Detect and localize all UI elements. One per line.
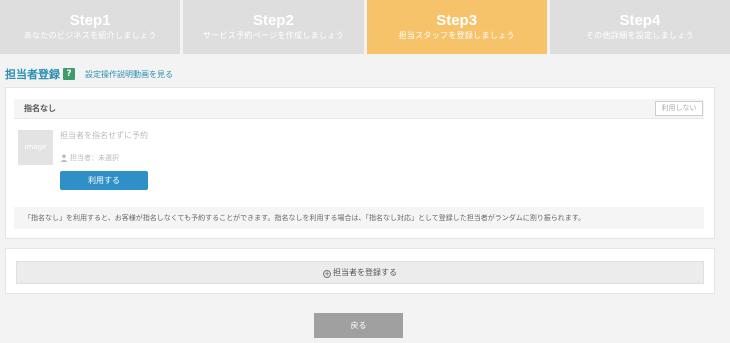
- step-progress-bar: Step1 あなたのビジネスを紹介しましょう Step2 サービス予約ページを作…: [0, 0, 730, 54]
- step-1-subtitle: あなたのビジネスを紹介しましょう: [23, 30, 157, 40]
- step-2: Step2 サービス予約ページを作成しましょう: [183, 0, 364, 54]
- person-icon: [60, 154, 68, 162]
- step-3-title: Step3: [436, 11, 478, 29]
- register-staff-label: 担当者を登録する: [333, 268, 397, 277]
- no-staff-panel: 指名なし 利用しない image 担当者を指名せずに予約 担当者：未選択 利用す…: [5, 87, 715, 239]
- register-staff-button[interactable]: + 担当者を登録する: [16, 261, 704, 284]
- plus-circle-icon: +: [323, 270, 331, 278]
- no-staff-panel-header: 指名なし 利用しない: [14, 99, 704, 119]
- no-staff-note: 「指名なし」を利用すると、お客様が指名しなくても予約することができます。指名なし…: [14, 207, 704, 229]
- unused-button[interactable]: 利用しない: [655, 101, 703, 116]
- back-button[interactable]: 戻る: [314, 313, 403, 338]
- step-1: Step1 あなたのビジネスを紹介しましょう: [0, 0, 181, 54]
- page-title: 担当者登録: [5, 68, 60, 81]
- step-3-subtitle: 担当スタッフを登録しましょう: [398, 30, 515, 40]
- help-icon[interactable]: ?: [63, 68, 75, 80]
- step-2-subtitle: サービス予約ページを作成しましょう: [202, 30, 344, 40]
- step-4-subtitle: その他詳細を設定しましょう: [585, 30, 694, 40]
- step-1-title: Step1: [69, 11, 111, 29]
- staff-image-placeholder: image: [18, 130, 53, 165]
- step-2-title: Step2: [252, 11, 294, 29]
- staff-assignment: 担当者：未選択: [60, 153, 119, 163]
- section-heading: 担当者登録 ? 設定操作説明動画を見る: [5, 67, 173, 81]
- staff-description: 担当者を指名せずに予約: [60, 131, 148, 140]
- step-4-title: Step4: [619, 11, 661, 29]
- tutorial-video-link[interactable]: 設定操作説明動画を見る: [85, 69, 173, 80]
- step-3: Step3 担当スタッフを登録しましょう: [366, 0, 547, 54]
- step-4: Step4 その他詳細を設定しましょう: [549, 0, 730, 54]
- no-staff-title: 指名なし: [24, 104, 56, 113]
- register-panel: + 担当者を登録する: [5, 248, 715, 294]
- use-button[interactable]: 利用する: [60, 171, 148, 190]
- staff-assignment-text: 担当者：未選択: [70, 154, 119, 162]
